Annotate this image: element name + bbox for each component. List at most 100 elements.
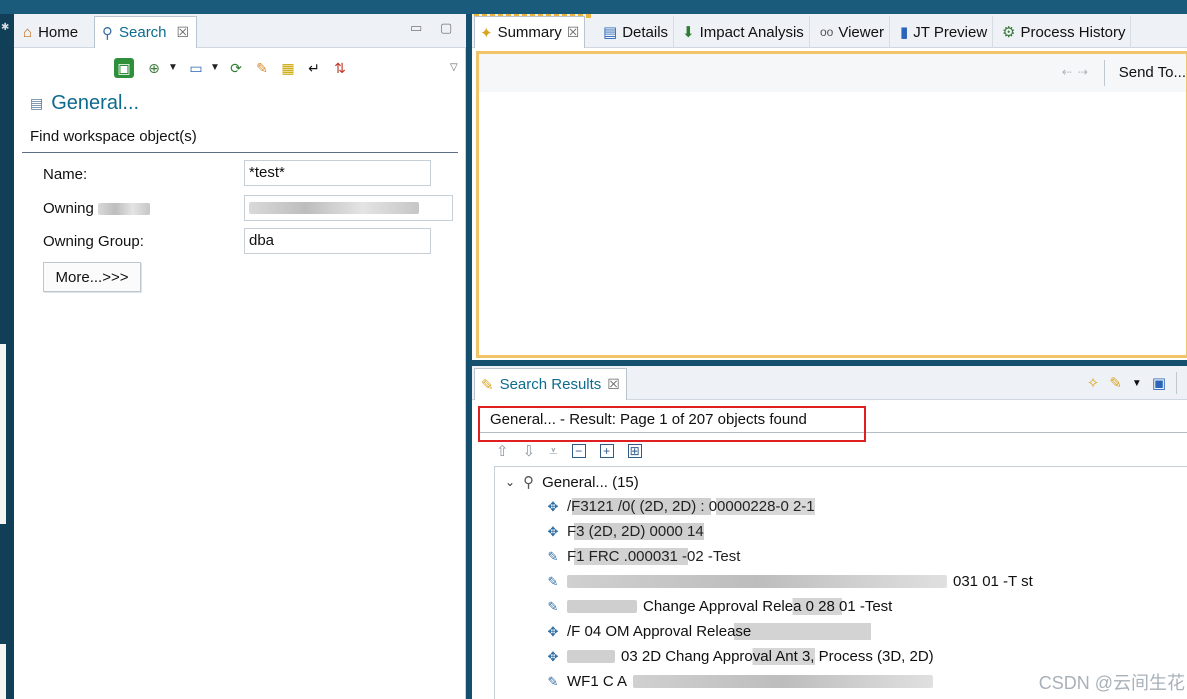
- export-icon[interactable]: ▣: [1152, 374, 1166, 392]
- tab-details-label: Details: [622, 23, 669, 41]
- process-icon: ✥: [547, 623, 559, 639]
- owning-user-field[interactable]: [244, 195, 453, 221]
- tab-details[interactable]: ▤ Details: [598, 16, 675, 48]
- arrow-down-icon[interactable]: ⇩: [523, 442, 536, 460]
- search-form-title: ▤ General...: [30, 92, 139, 115]
- more-button[interactable]: More...>>>: [43, 262, 141, 292]
- section-divider: [22, 152, 458, 153]
- list-item[interactable]: ✥ 03 2D Chang Approval Ant 3, Process (3…: [545, 648, 934, 665]
- refresh-icon[interactable]: ⟳: [226, 58, 246, 78]
- owning-group-label: Owning Group:: [43, 233, 144, 250]
- tab-search-results-label: Search Results: [499, 376, 602, 393]
- strip-notch: [0, 344, 6, 524]
- document-edit-icon: ✎: [547, 548, 559, 564]
- tab-summary[interactable]: ✦ Summary ☒: [474, 16, 586, 48]
- list-item-label: 031 01 -T st: [953, 573, 1033, 590]
- view-menu-icon[interactable]: ▽: [450, 62, 458, 73]
- list-item-label: WF1 C A: [567, 673, 628, 690]
- tab-impact-analysis[interactable]: ⬇ Impact Analysis: [677, 16, 810, 48]
- gear-icon[interactable]: ✱: [1, 22, 9, 33]
- chevron-down-icon[interactable]: ▼: [168, 62, 178, 73]
- return-icon[interactable]: ↵: [304, 58, 324, 78]
- window-title-bar: [0, 0, 1187, 14]
- redacted-text: [567, 600, 637, 613]
- close-icon[interactable]: ☒: [567, 24, 580, 41]
- filter-icon[interactable]: ✎: [1109, 374, 1122, 392]
- tab-process-history[interactable]: ⚙ Process History: [997, 16, 1132, 48]
- chevron-down-icon[interactable]: ▼: [1132, 378, 1142, 389]
- pin-icon[interactable]: ✧: [1087, 374, 1100, 392]
- process-icon: ✥: [547, 648, 559, 664]
- maximize-icon[interactable]: ▢: [440, 20, 452, 36]
- list-item[interactable]: ✥ /F3121 /0( (2D, 2D) : 00000228-0 2-1: [545, 498, 815, 515]
- tab-viewer[interactable]: oo Viewer: [815, 16, 890, 48]
- redacted-text: [98, 203, 151, 216]
- sort-icon[interactable]: ⇅: [330, 58, 350, 78]
- tab-home[interactable]: ⌂ Home: [16, 16, 85, 48]
- list-item[interactable]: ✥ F3 (2D, 2D) 0000 14: [545, 523, 704, 540]
- strip-notch-lower: [0, 644, 6, 699]
- arrow-up-icon[interactable]: ⇧: [496, 442, 509, 460]
- list-item[interactable]: ✎ WF1 C A: [545, 673, 934, 690]
- list-item[interactable]: ✥ /F 04 OM Approval Release: [545, 623, 872, 640]
- chevron-down-icon[interactable]: ▼: [210, 62, 220, 73]
- summary-content: ⇠⇢ Send To...: [476, 51, 1187, 358]
- list-item-label: 03 2D Chang Approval Ant 3, Process (3D,…: [621, 648, 934, 665]
- close-icon[interactable]: ☒: [177, 24, 190, 41]
- expand-all-icon[interactable]: ⊞: [627, 444, 642, 458]
- list-item-label: /F 04 OM Approval Release: [567, 623, 872, 640]
- search-panel: ⌂ Home ⚲ Search ☒ ▭ ▢ ▣ ⊕ ▼ ▭ ▼ ⟳ ✎ ▦ ↵ …: [14, 14, 466, 699]
- summary-view: ✦ Summary ☒ ▤ Details ⬇ Impact Analysis …: [472, 14, 1187, 360]
- watermark: CSDN @云间生花: [1038, 673, 1185, 693]
- execute-search-icon[interactable]: ▣: [114, 58, 134, 78]
- summary-toolbar: ⇠⇢ Send To...: [479, 54, 1186, 92]
- document-search-icon: ▤: [30, 95, 44, 111]
- list-item[interactable]: ✎ Change Approval Relea 0 28 01 -Test: [545, 598, 893, 615]
- list-item[interactable]: ✎ F1 FRC .000031 -02 -Test: [545, 548, 741, 565]
- redacted-value: [249, 202, 419, 215]
- toolbar-separator: [1104, 60, 1105, 86]
- process-history-icon: ⚙: [1002, 24, 1016, 41]
- tab-search-results[interactable]: ✎ Search Results ☒: [474, 368, 627, 400]
- home-icon: ⌂: [23, 23, 33, 41]
- back-forward-icon[interactable]: ⇠⇢: [1062, 65, 1094, 79]
- clear-eraser-icon[interactable]: ✎: [252, 58, 272, 78]
- last-page-icon[interactable]: ⩡: [549, 443, 557, 460]
- general-title-text: General...: [51, 92, 140, 114]
- window-icon[interactable]: ▭: [186, 58, 206, 78]
- tab-impact-analysis-label: Impact Analysis: [699, 23, 804, 41]
- list-item-label: /F3121 /0( (2D, 2D) : 00000228-0 2-1: [567, 498, 815, 515]
- left-tab-row: ⌂ Home ⚲ Search ☒ ▭ ▢: [14, 14, 466, 48]
- list-item-label: F1 FRC .000031 -02 -Test: [567, 548, 741, 565]
- minimize-icon[interactable]: ▭: [410, 20, 422, 36]
- document-edit-icon: ✎: [547, 598, 559, 614]
- tree-root[interactable]: ⌄ ⚲ General... (15): [505, 473, 639, 492]
- list-item-label: F3 (2D, 2D) 0000 14: [567, 523, 704, 540]
- zoom-search-icon[interactable]: ⊕: [144, 58, 164, 78]
- tab-jt-preview-label: JT Preview: [913, 23, 988, 41]
- chevron-down-icon[interactable]: ⌄: [505, 475, 515, 489]
- details-icon: ▤: [603, 24, 618, 41]
- close-icon[interactable]: ☒: [607, 376, 620, 393]
- search-results-tools: ✧ ✎ ▼ ▣: [1087, 372, 1177, 394]
- name-field[interactable]: *test*: [244, 160, 431, 186]
- result-summary: General... - Result: Page 1 of 207 objec…: [490, 411, 807, 428]
- redacted-text: [567, 575, 947, 588]
- toolbar-separator: [1176, 372, 1177, 394]
- document-edit-icon: ✎: [547, 573, 559, 589]
- impact-analysis-icon: ⬇: [682, 24, 695, 41]
- list-item[interactable]: ✎ 031 01 -T st: [545, 573, 1033, 590]
- jt-preview-icon: ▮: [900, 24, 909, 41]
- tab-summary-label: Summary: [497, 24, 562, 41]
- expand-icon[interactable]: +: [599, 444, 614, 458]
- tree-root-label: General... (15): [542, 473, 639, 491]
- tab-search[interactable]: ⚲ Search ☒: [94, 16, 198, 48]
- send-to-button[interactable]: Send To...: [1119, 64, 1186, 81]
- search-results-tab-row: ✎ Search Results ☒ ✧ ✎ ▼ ▣: [472, 366, 1187, 400]
- save-icon[interactable]: ▦: [278, 58, 298, 78]
- tab-jt-preview[interactable]: ▮ JT Preview: [895, 16, 994, 48]
- search-toolbar: ▣ ⊕ ▼ ▭ ▼ ⟳ ✎ ▦ ↵ ⇅ ▽: [22, 54, 460, 86]
- owning-group-field[interactable]: dba: [244, 228, 431, 254]
- collapse-all-icon[interactable]: −: [571, 444, 586, 458]
- redacted-text: [567, 650, 615, 663]
